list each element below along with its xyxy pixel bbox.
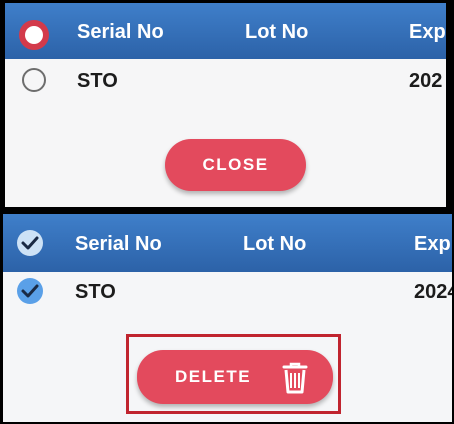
column-header-lot-no: Lot No (243, 233, 307, 255)
column-header-exp: Exp (414, 233, 451, 255)
row-serial-value: STO (75, 281, 116, 303)
row-check-icon[interactable] (17, 278, 43, 304)
row-serial-value: STO (77, 70, 118, 92)
column-header-serial-no: Serial No (75, 233, 162, 255)
table-header: Serial No Lot No Exp (5, 3, 446, 59)
row-exp-value: 2024 (414, 281, 452, 303)
table-header: Serial No Lot No Exp (3, 214, 452, 272)
close-button[interactable]: CLOSE (165, 139, 306, 191)
row-radio-icon[interactable] (22, 68, 46, 92)
serial-selection-panel-bottom: Serial No Lot No Exp STO 2024 DELETE (3, 214, 452, 422)
close-button-label: CLOSE (202, 155, 269, 174)
row-exp-value: 202 (409, 70, 443, 92)
trash-icon (280, 362, 310, 399)
select-all-check-icon[interactable] (17, 230, 43, 256)
column-header-serial-no: Serial No (77, 21, 164, 43)
select-all-radio-icon[interactable] (19, 20, 49, 50)
serial-selection-panel-top: Serial No Lot No Exp STO 202 CLOSE (5, 3, 446, 207)
column-header-lot-no: Lot No (245, 21, 309, 43)
delete-button[interactable]: DELETE (137, 350, 333, 404)
column-header-exp: Exp (409, 21, 446, 43)
delete-button-label: DELETE (175, 367, 252, 386)
